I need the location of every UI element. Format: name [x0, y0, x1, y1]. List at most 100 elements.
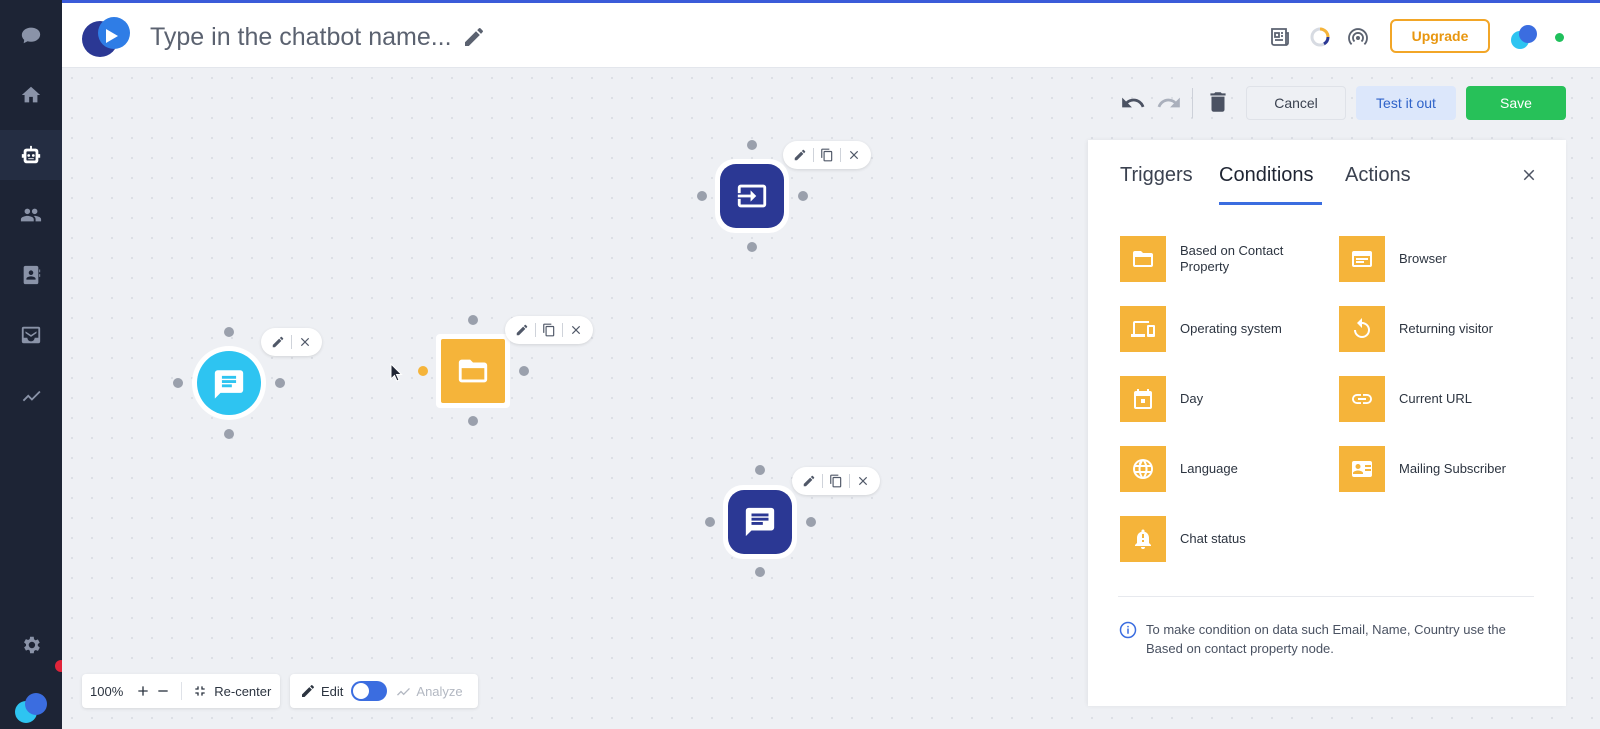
mouse-cursor-icon	[390, 363, 403, 382]
pencil-icon[interactable]	[271, 335, 285, 349]
node-handle[interactable]	[468, 416, 478, 426]
condition-label: Operating system	[1180, 321, 1282, 336]
sidebar-item-inbox[interactable]	[0, 310, 62, 360]
redo-icon[interactable]	[1156, 90, 1182, 116]
tab-conditions[interactable]: Conditions	[1219, 164, 1314, 187]
zoom-level: 100%	[90, 683, 124, 699]
cancel-button[interactable]: Cancel	[1246, 86, 1346, 120]
condition-label: Returning visitor	[1399, 321, 1493, 336]
condition-item-chat-status[interactable]: Chat status	[1120, 516, 1320, 562]
duplicate-icon[interactable]	[829, 474, 843, 488]
progress-ring-icon[interactable]	[1308, 25, 1332, 49]
refresh-icon	[1354, 318, 1370, 338]
condition-item-language[interactable]: Language	[1120, 446, 1320, 492]
info-text: To make condition on data such Email, Na…	[1146, 622, 1506, 656]
node-handle[interactable]	[747, 140, 757, 150]
condition-label: Current URL	[1399, 391, 1472, 406]
gear-icon	[24, 636, 40, 654]
contact-card-icon	[1352, 461, 1372, 477]
sidebar-item-chatbots[interactable]	[0, 130, 62, 180]
condition-label: Language	[1180, 461, 1238, 476]
sidebar	[0, 0, 67, 729]
node-toolbar	[261, 328, 322, 356]
close-icon[interactable]	[1520, 166, 1538, 184]
condition-item-browser[interactable]: Browser	[1339, 236, 1539, 282]
node-handle[interactable]	[705, 517, 715, 527]
avatar[interactable]	[1510, 23, 1538, 51]
node-handle-active[interactable]	[418, 366, 428, 376]
zoom-controls: 100% Re-center	[82, 674, 280, 708]
node-handle[interactable]	[224, 327, 234, 337]
node-handle[interactable]	[468, 315, 478, 325]
pencil-icon[interactable]	[802, 474, 816, 488]
zoom-out-icon[interactable]	[155, 683, 171, 699]
node-handle[interactable]	[697, 191, 707, 201]
node-handle[interactable]	[798, 191, 808, 201]
brand-logo-icon[interactable]	[14, 692, 48, 724]
condition-label: Browser	[1399, 251, 1447, 266]
bot-icon	[21, 145, 41, 164]
test-it-out-button[interactable]: Test it out	[1356, 86, 1456, 120]
folder-icon	[1133, 251, 1153, 267]
message-icon	[745, 507, 775, 537]
node-handle[interactable]	[747, 242, 757, 252]
condition-item-returning-visitor[interactable]: Returning visitor	[1339, 306, 1539, 352]
node-body[interactable]	[441, 339, 505, 403]
mode-controls: Edit Analyze	[290, 674, 478, 708]
info-icon	[1119, 621, 1137, 639]
chatbot-name-field[interactable]: Type in the chatbot name...	[150, 23, 452, 52]
node-handle[interactable]	[173, 378, 183, 388]
tab-triggers[interactable]: Triggers	[1120, 164, 1193, 187]
condition-item-day[interactable]: Day	[1120, 376, 1320, 422]
save-button[interactable]: Save	[1466, 86, 1566, 120]
node-handle[interactable]	[275, 378, 285, 388]
analyze-label[interactable]: Analyze	[416, 684, 462, 699]
undo-icon[interactable]	[1120, 90, 1146, 116]
condition-item-operating-system[interactable]: Operating system	[1120, 306, 1320, 352]
trash-icon[interactable]	[1205, 89, 1231, 115]
condition-item-contact-property[interactable]: Based on Contact Property	[1120, 236, 1320, 282]
users-icon	[20, 208, 42, 222]
sidebar-item-home[interactable]	[0, 70, 62, 120]
edit-label[interactable]: Edit	[321, 684, 343, 699]
active-tab-indicator	[1219, 202, 1322, 205]
close-icon[interactable]	[298, 335, 312, 349]
pencil-icon[interactable]	[793, 148, 807, 162]
condition-item-mailing-subscriber[interactable]: Mailing Subscriber	[1339, 446, 1539, 492]
node-body[interactable]	[720, 164, 784, 228]
upgrade-button[interactable]: Upgrade	[1390, 19, 1490, 53]
sidebar-item-contacts[interactable]	[0, 190, 62, 240]
node-handle[interactable]	[224, 429, 234, 439]
globe-icon	[1133, 459, 1153, 479]
pencil-icon[interactable]	[462, 25, 486, 49]
close-icon[interactable]	[856, 474, 870, 488]
sidebar-item-analytics[interactable]	[0, 370, 62, 420]
newspaper-icon[interactable]	[1268, 25, 1292, 49]
tab-actions[interactable]: Actions	[1345, 164, 1411, 187]
node-body[interactable]	[197, 351, 261, 415]
duplicate-icon[interactable]	[820, 148, 834, 162]
sidebar-item-chat[interactable]	[0, 10, 62, 60]
node-handle[interactable]	[755, 567, 765, 577]
node-body[interactable]	[728, 490, 792, 554]
recenter-button[interactable]: Re-center	[192, 683, 271, 699]
pencil-icon[interactable]	[515, 323, 529, 337]
header: Type in the chatbot name... Upgrade	[62, 0, 1600, 68]
chat-message-icon	[214, 370, 244, 399]
zoom-in-icon[interactable]	[135, 683, 151, 699]
broadcast-icon[interactable]	[1346, 25, 1370, 49]
node-handle[interactable]	[519, 366, 529, 376]
brand-logo-icon[interactable]	[80, 15, 134, 59]
edit-analyze-toggle[interactable]	[351, 681, 388, 701]
condition-label: Based on Contact Property	[1180, 243, 1284, 274]
close-icon[interactable]	[847, 148, 861, 162]
trend-line-icon	[22, 390, 41, 402]
close-icon[interactable]	[569, 323, 583, 337]
node-handle[interactable]	[806, 517, 816, 527]
condition-item-current-url[interactable]: Current URL	[1339, 376, 1539, 422]
duplicate-icon[interactable]	[542, 323, 556, 337]
node-toolbar	[783, 141, 871, 169]
node-handle[interactable]	[755, 465, 765, 475]
sidebar-item-settings[interactable]	[0, 620, 62, 670]
sidebar-item-contacts-book[interactable]	[0, 250, 62, 300]
